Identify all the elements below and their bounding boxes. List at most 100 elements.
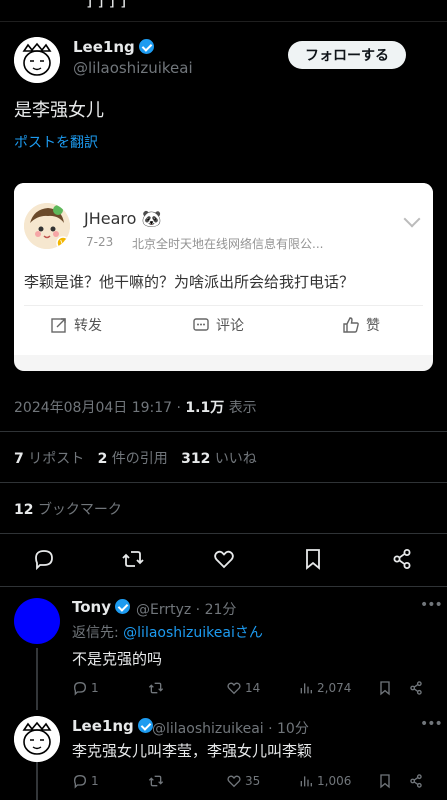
reply-avatar[interactable]	[14, 716, 60, 762]
bookmarks-label: ブックマーク	[37, 502, 122, 518]
reply-text: 李克强女儿叫李莹，李强女儿叫李颖	[72, 742, 313, 760]
views-label: 表示	[228, 400, 257, 416]
like-count: 14	[245, 681, 261, 695]
comment-icon	[193, 318, 209, 331]
embedded-image[interactable]: V JHearo 🐼 7-23 北京全时天地在线网络信息有限公... 李颖是谁？…	[14, 183, 433, 371]
embed-comment-action: 评论	[192, 315, 244, 335]
forward-label: 转发	[74, 318, 102, 334]
author-name[interactable]: Lee1ng	[73, 38, 154, 56]
author-name-text: Lee1ng	[73, 38, 135, 56]
reply-icon[interactable]	[32, 547, 56, 571]
top-fragment-text: ] ] ] ]	[86, 0, 126, 9]
thread-line	[36, 648, 38, 710]
comment-label: 评论	[216, 318, 244, 334]
likes-count: 312	[181, 451, 211, 467]
reply-like-action[interactable]: 14	[226, 680, 260, 696]
reply-count: 1	[91, 681, 99, 695]
embed-post-text: 李颖是谁？他干嘛的？为啥派出所会给我打电话？	[24, 273, 355, 291]
post-timestamp[interactable]: 2024年08月04日 19:17	[14, 400, 172, 416]
reply-avatar[interactable]	[14, 598, 60, 644]
share-icon[interactable]	[390, 547, 414, 571]
verified-badge-icon	[138, 39, 154, 54]
bookmark-icon[interactable]	[301, 547, 325, 571]
reply-count: 1	[91, 774, 99, 788]
reposts-label: リポスト	[28, 451, 85, 467]
bookmarks-stat[interactable]: 12 ブックマーク	[14, 499, 122, 519]
embed-like-action: 赞	[342, 315, 380, 335]
bookmark-icon[interactable]	[377, 680, 393, 696]
replying-to: 返信先: @lilaoshizuikeaiさん	[72, 622, 263, 642]
divider	[0, 482, 447, 483]
like-count: 35	[245, 774, 261, 788]
reply-author-name-text: Lee1ng	[72, 717, 134, 735]
embed-source: 北京全时天地在线网络信息有限公...	[132, 237, 324, 251]
divider	[0, 586, 447, 587]
reply-views-action[interactable]: 1,006	[298, 773, 351, 789]
thread-line	[36, 762, 38, 800]
reply-repost-action[interactable]	[148, 680, 167, 696]
heart-icon	[227, 682, 241, 695]
reply-text: 不是克强的吗	[72, 650, 163, 668]
author-handle[interactable]: @lilaoshizuikeai	[73, 59, 193, 77]
verified-badge-icon	[137, 718, 153, 733]
follow-button[interactable]: フォローする	[288, 41, 406, 69]
reply-handle[interactable]: @Errtyz · 21分	[136, 599, 236, 619]
views-chart-icon	[300, 683, 312, 694]
reply-like-action[interactable]: 35	[226, 773, 260, 789]
views-count: 1.1万	[185, 400, 225, 416]
share-icon[interactable]	[408, 773, 424, 789]
embed-avatar: V	[24, 203, 70, 249]
heart-icon	[227, 775, 241, 788]
reply-author-name[interactable]: Tony	[72, 598, 131, 616]
reply-author-name-text: Tony	[72, 598, 112, 616]
repost-icon	[148, 775, 164, 787]
forward-icon	[51, 318, 66, 333]
reply-handle[interactable]: @lilaoshizuikeai · 10分	[152, 718, 309, 738]
likes-stat[interactable]: 312 いいね	[181, 451, 257, 467]
embed-username: JHearo 🐼	[84, 209, 161, 228]
quotes-label: 件の引用	[111, 451, 168, 467]
post-meta: 2024年08月04日 19:17 · 1.1万 表示	[14, 400, 257, 416]
engagement-stats: 7 リポスト 2 件の引用 312 いいね	[14, 448, 257, 468]
repost-icon[interactable]	[121, 547, 145, 571]
like-label: 赞	[366, 318, 380, 334]
author-avatar[interactable]	[14, 37, 60, 83]
svg-text:V: V	[60, 239, 66, 248]
replying-prefix: 返信先:	[72, 625, 124, 641]
heart-icon[interactable]	[212, 547, 236, 571]
verified-badge-icon	[115, 599, 131, 614]
reply-repost-action[interactable]	[148, 773, 167, 789]
reply-reply-action[interactable]: 1	[72, 773, 99, 789]
thumbs-up-icon	[343, 317, 359, 333]
reply-icon	[73, 681, 87, 696]
translate-link[interactable]: ポストを翻訳	[14, 132, 98, 152]
quotes-count: 2	[97, 451, 108, 467]
more-options-icon[interactable]: •••	[420, 597, 443, 613]
mention-link[interactable]: @lilaoshizuikeai	[123, 625, 235, 641]
embed-forward-action: 转发	[50, 315, 102, 335]
quotes-stat[interactable]: 2 件の引用	[98, 451, 168, 467]
views-count: 1,006	[317, 774, 352, 788]
divider	[0, 533, 447, 534]
reposts-stat[interactable]: 7 リポスト	[14, 451, 84, 467]
bookmark-icon[interactable]	[377, 773, 393, 789]
views-chart-icon	[300, 776, 312, 787]
embed-username-text: JHearo	[84, 209, 137, 228]
repost-icon	[148, 682, 164, 694]
panda-icon: 🐼	[141, 209, 162, 228]
chevron-down-icon	[403, 210, 421, 228]
reply-icon	[73, 774, 87, 789]
divider	[0, 431, 447, 432]
replying-suffix: さん	[234, 625, 263, 641]
reply-reply-action[interactable]: 1	[72, 680, 99, 696]
tweet-text: 是李强女儿	[14, 100, 104, 121]
likes-label: いいね	[214, 451, 257, 467]
views-count: 2,074	[317, 681, 352, 695]
reply-views-action[interactable]: 2,074	[298, 680, 351, 696]
reply-author-name[interactable]: Lee1ng	[72, 717, 153, 735]
top-cut-fragment: ] ] ] ]	[0, 0, 447, 22]
embed-date: 7-23	[86, 235, 114, 249]
share-icon[interactable]	[408, 680, 424, 696]
more-options-icon[interactable]: •••	[420, 716, 443, 732]
bookmarks-count: 12	[14, 502, 34, 518]
